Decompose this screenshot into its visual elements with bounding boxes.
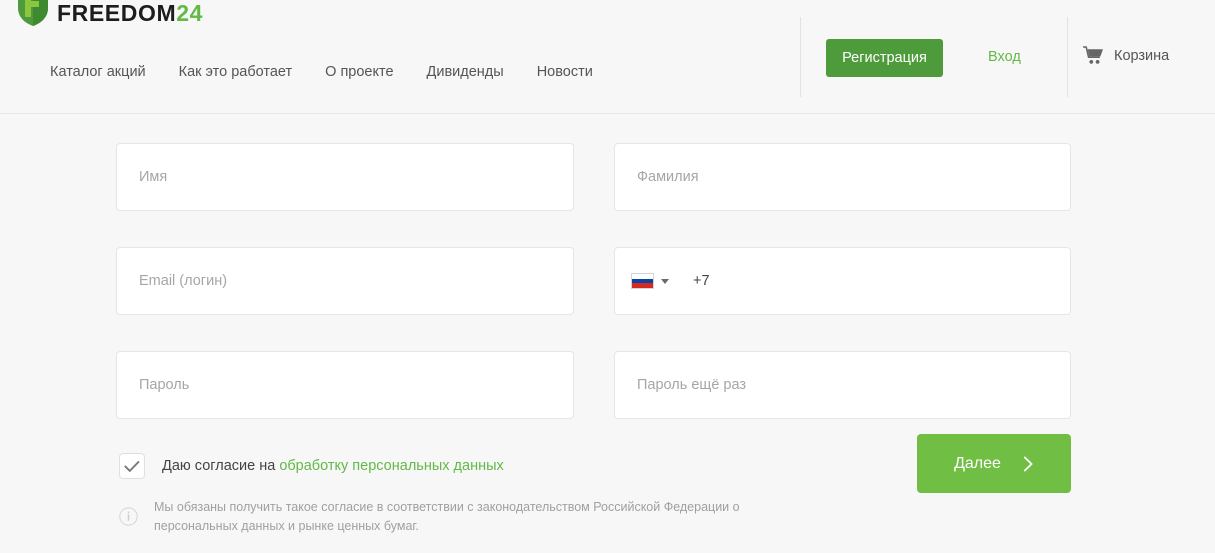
personal-data-link[interactable]: обработку персональных данных [279,458,503,474]
logo[interactable]: FREEDOM24 [18,0,203,26]
shield-logo-icon [18,0,48,26]
phone-input[interactable] [709,248,1070,314]
phone-field[interactable]: +7 [614,247,1071,315]
chevron-right-icon [1023,456,1033,471]
email-input[interactable] [117,248,573,314]
logo-text: FREEDOM24 [57,0,203,25]
first-name-input[interactable] [117,144,573,210]
cart-button[interactable]: Корзина [1083,46,1169,65]
nav-item-catalog[interactable]: Каталог акций [50,64,146,80]
consent-text-prefix: Даю согласие на [162,458,280,474]
first-name-field[interactable] [116,143,574,211]
cart-label: Корзина [1114,47,1170,64]
last-name-input[interactable] [615,144,1070,210]
password-input[interactable] [117,352,573,418]
login-link[interactable]: Вход [988,49,1021,65]
header-divider-left [800,17,801,97]
chevron-down-icon [661,278,669,284]
country-code-selector[interactable] [626,267,674,295]
last-name-field[interactable] [614,143,1071,211]
register-button[interactable]: Регистрация [826,39,943,77]
nav-item-news[interactable]: Новости [537,64,593,80]
info-circle-icon [119,507,138,526]
nav-item-about[interactable]: О проекте [325,64,393,80]
consent-checkbox[interactable] [119,453,145,479]
phone-country-code: +7 [693,273,710,289]
logo-text-suffix: 24 [176,0,203,26]
submit-next-button[interactable]: Далее [917,434,1071,493]
submit-next-label: Далее [954,454,1001,472]
password-field[interactable] [116,351,574,419]
nav-item-dividends[interactable]: Дивиденды [427,64,504,80]
site-header: FREEDOM24 Каталог акций Как это работает… [0,0,1215,114]
password-confirm-input[interactable] [615,352,1070,418]
registration-form: +7 Даю согласие на обработку персональны… [0,114,1215,553]
logo-text-main: FREEDOM [57,0,177,26]
email-field[interactable] [116,247,574,315]
russia-flag-icon [631,273,654,289]
checkmark-icon [124,460,140,472]
header-divider-right [1067,17,1068,97]
consent-text: Даю согласие на обработку персональных д… [162,458,504,474]
shopping-cart-icon [1083,46,1103,64]
nav-item-how-it-works[interactable]: Как это работает [179,64,292,80]
disclaimer-text: Мы обязаны получить такое согласие в соо… [154,500,740,534]
main-navigation: Каталог акций Как это работает О проекте… [50,64,593,80]
disclaimer-row: Мы обязаны получить такое согласие в соо… [119,494,744,537]
password-confirm-field[interactable] [614,351,1071,419]
consent-row: Даю согласие на обработку персональных д… [119,453,504,479]
